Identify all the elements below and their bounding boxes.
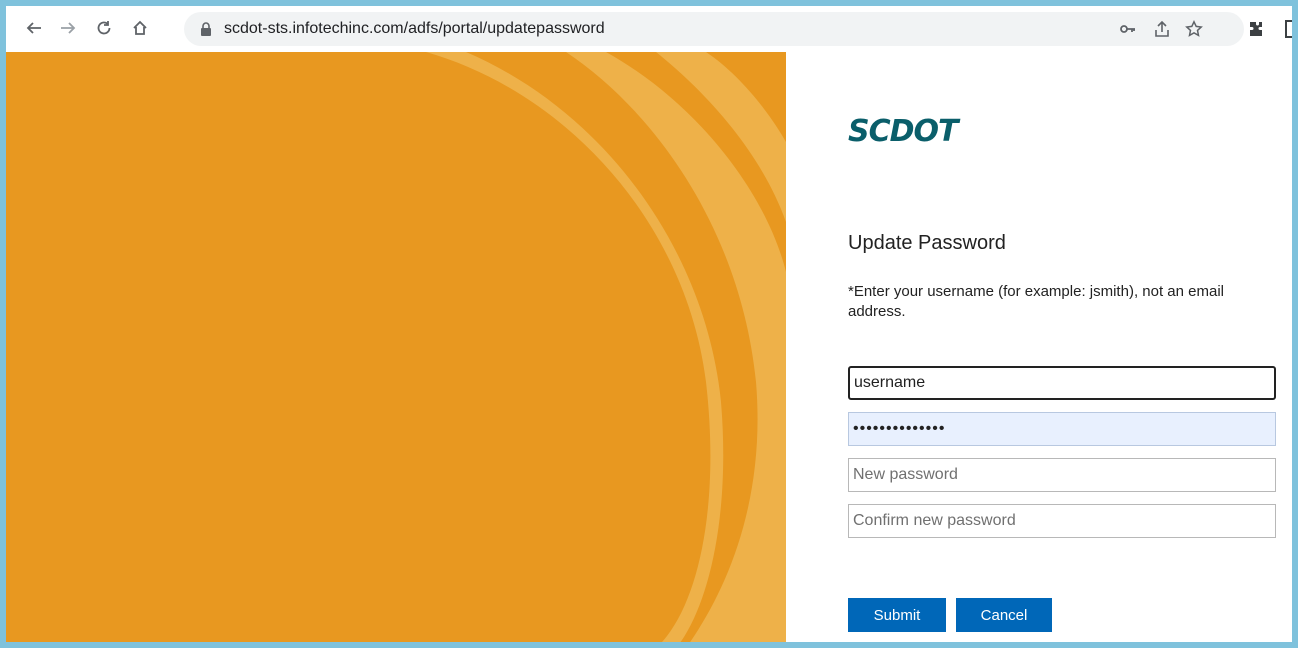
forward-icon[interactable] (54, 14, 82, 42)
confirm-password-input[interactable] (848, 504, 1276, 538)
page-title: Update Password (848, 232, 1006, 254)
screenshot-frame: scdot-sts.infotechinc.com/adfs/portal/up… (0, 0, 1298, 648)
extensions-icon[interactable] (1246, 19, 1266, 39)
browser-toolbar: scdot-sts.infotechinc.com/adfs/portal/up… (6, 6, 1292, 53)
url-text[interactable]: scdot-sts.infotechinc.com/adfs/portal/up… (224, 20, 605, 38)
logo-text: SCDOT (848, 114, 958, 149)
star-icon[interactable] (1184, 19, 1204, 39)
address-bar[interactable]: scdot-sts.infotechinc.com/adfs/portal/up… (184, 12, 1244, 46)
login-panel: SCDOT Update Password *Enter your userna… (786, 52, 1292, 642)
submit-button[interactable]: Submit (848, 598, 946, 632)
lock-icon[interactable] (198, 21, 214, 37)
share-icon[interactable] (1152, 19, 1172, 39)
home-icon[interactable] (126, 14, 154, 42)
instructions-text: *Enter your username (for example: jsmit… (848, 283, 1224, 320)
back-icon[interactable] (20, 14, 48, 42)
old-password-input[interactable] (848, 412, 1276, 446)
cancel-button[interactable]: Cancel (956, 598, 1052, 632)
key-icon[interactable] (1118, 19, 1138, 39)
scdot-logo: SCDOT (848, 114, 958, 149)
username-input[interactable] (848, 366, 1276, 400)
reload-icon[interactable] (90, 14, 118, 42)
new-password-input[interactable] (848, 458, 1276, 492)
side-panel-icon[interactable] (1284, 19, 1298, 39)
background-illustration (6, 52, 786, 642)
